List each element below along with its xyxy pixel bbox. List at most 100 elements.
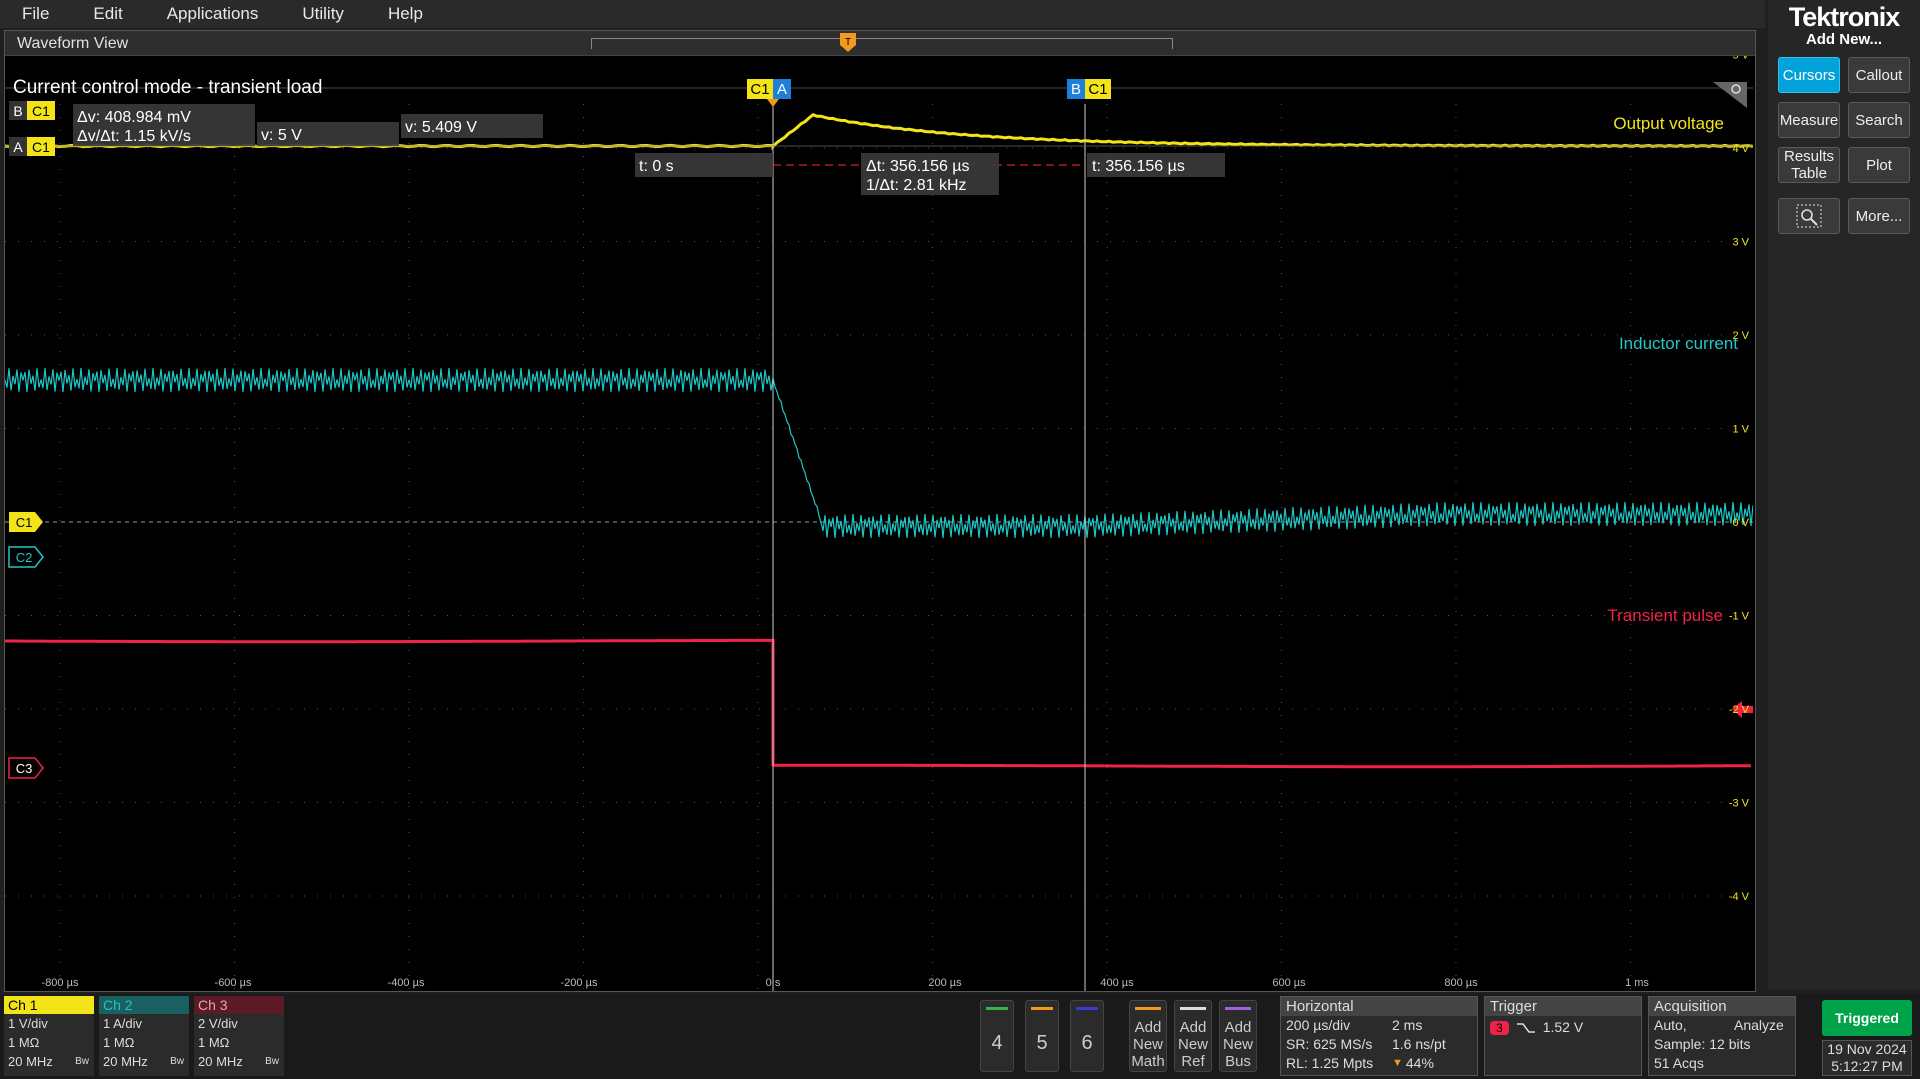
- horizontal-position: 44%: [1405, 1055, 1434, 1071]
- acquisition-title: Acquisition: [1649, 997, 1795, 1016]
- ch3-bandwidth: 20 MHz: [198, 1054, 243, 1069]
- delta-v-value: Δv: 408.984 mV: [77, 109, 191, 126]
- horizontal-sample-rate: SR: 625 MS/s: [1286, 1036, 1373, 1052]
- cursor-b-left-tag[interactable]: B C1: [9, 101, 55, 120]
- y-tick-label: 5 V: [1732, 56, 1749, 62]
- delta-v-readout: Δv: 408.984 mV Δv/Δt: 1.15 kV/s: [73, 104, 255, 146]
- ch3-series-label: Transient pulse: [1607, 606, 1723, 625]
- y-tick-label: -4 V: [1729, 891, 1750, 903]
- menu-file[interactable]: File: [0, 4, 71, 24]
- ch3-badge-name: Ch 3: [194, 996, 284, 1014]
- add-new-ref-button[interactable]: Add New Ref: [1174, 1000, 1212, 1072]
- y-tick-label: -2 V: [1729, 704, 1750, 716]
- ch3-bw-tag: Bw: [265, 1056, 279, 1067]
- svg-text:T: T: [845, 37, 851, 48]
- delta-t-readout: Δt: 356.156 µs 1/Δt: 2.81 kHz: [861, 153, 999, 195]
- add-new-bus-button[interactable]: Add New Bus: [1219, 1000, 1257, 1072]
- ch3-badge[interactable]: Ch 3 2 V/div 1 MΩ 20 MHz Bw: [194, 996, 284, 1076]
- rising-edge-icon: [1516, 1022, 1535, 1033]
- waveform-view-titlebar: Waveform View T: [5, 31, 1755, 56]
- cursor-a-source-label: C1: [750, 81, 769, 98]
- ch6-button[interactable]: 6: [1070, 1000, 1104, 1072]
- acquisition-analyze: Analyze: [1734, 1017, 1784, 1033]
- horizontal-resolution: 1.6 ns/pt: [1392, 1036, 1446, 1052]
- x-tick-label: -800 µs: [42, 977, 79, 989]
- waveform-view: Waveform View T C1 A B C1 Current contro…: [4, 30, 1756, 992]
- search-button[interactable]: Search: [1848, 102, 1910, 138]
- acquisition-count: 51 Acqs: [1654, 1055, 1704, 1071]
- cursors-button[interactable]: Cursors: [1778, 57, 1840, 93]
- delta-t-value: Δt: 356.156 µs: [866, 158, 970, 175]
- cursor-a-left-tag[interactable]: A C1: [9, 137, 55, 156]
- ch3-scale: 2 V/div: [198, 1016, 238, 1031]
- results-table-button[interactable]: Results Table: [1778, 147, 1840, 183]
- acquisition-sample: Sample: 12 bits: [1654, 1036, 1751, 1052]
- waveform-view-title: Waveform View: [17, 35, 129, 52]
- bottom-bar: Ch 1 1 V/div 1 MΩ 20 MHz Bw Ch 2 1 A/div …: [0, 994, 1920, 1079]
- v-a-readout: v: 5 V: [257, 122, 399, 146]
- ch2-series-label: Inductor current: [1619, 334, 1738, 353]
- inv-delta-t-value: 1/Δt: 2.81 kHz: [866, 177, 967, 194]
- y-tick-label: -3 V: [1729, 798, 1750, 810]
- ch3-marker-label: C3: [16, 761, 33, 776]
- ch2-badge-name: Ch 2: [99, 996, 189, 1014]
- menu-bar: File Edit Applications Utility Help: [0, 0, 1765, 28]
- ch1-badge[interactable]: Ch 1 1 V/div 1 MΩ 20 MHz Bw: [4, 996, 94, 1076]
- callout-button[interactable]: Callout: [1848, 57, 1910, 93]
- v-b-readout: v: 5.409 V: [401, 114, 543, 138]
- t-a-readout: t: 0 s: [635, 153, 773, 177]
- menu-applications[interactable]: Applications: [145, 4, 281, 24]
- ch2-scale: 1 A/div: [103, 1016, 143, 1031]
- ch4-label: 4: [991, 1032, 1003, 1054]
- cursor-a-left-source: C1: [32, 139, 50, 155]
- ch1-badge-name: Ch 1: [4, 996, 94, 1014]
- trigger-position-icon[interactable]: T: [840, 33, 856, 53]
- delta-v-per-t-value: Δv/Δt: 1.15 kV/s: [77, 128, 191, 145]
- ch2-impedance: 1 MΩ: [103, 1035, 135, 1050]
- horizontal-record-length: RL: 1.25 Mpts: [1286, 1055, 1374, 1071]
- ch3-offset-marker[interactable]: C3: [8, 757, 44, 779]
- add-new-bus-label: Add New Bus: [1222, 1019, 1253, 1070]
- trigger-title: Trigger: [1485, 997, 1641, 1016]
- zoom-button[interactable]: [1778, 198, 1840, 234]
- trigger-badge[interactable]: Trigger 3 1.52 V: [1484, 996, 1642, 1076]
- cursor-b-label: B: [1071, 81, 1081, 98]
- x-tick-label: 0 s: [766, 977, 781, 989]
- more-button[interactable]: More...: [1848, 198, 1910, 234]
- cursor-b-left-label: B: [13, 103, 22, 119]
- menu-edit[interactable]: Edit: [71, 4, 144, 24]
- zoom-icon: [1796, 204, 1822, 228]
- ch2-badge[interactable]: Ch 2 1 A/div 1 MΩ 20 MHz Bw: [99, 996, 189, 1076]
- menu-help[interactable]: Help: [366, 4, 445, 24]
- plot-title: Current control mode - transient load: [13, 77, 322, 98]
- ch2-bw-tag: Bw: [170, 1056, 184, 1067]
- y-tick-label: 0 V: [1732, 517, 1749, 529]
- plot-button[interactable]: Plot: [1848, 147, 1910, 183]
- x-tick-label: 600 µs: [1272, 977, 1306, 989]
- horizontal-badge[interactable]: Horizontal 200 µs/div 2 ms SR: 625 MS/s 1.…: [1280, 996, 1478, 1076]
- menu-utility[interactable]: Utility: [280, 4, 366, 24]
- t-a-value: t: 0 s: [639, 158, 674, 175]
- add-new-math-button[interactable]: Add New Math: [1129, 1000, 1167, 1072]
- record-position-bar[interactable]: [591, 38, 1173, 49]
- x-tick-label: 200 µs: [928, 977, 962, 989]
- measure-button[interactable]: Measure: [1778, 102, 1840, 138]
- x-tick-label: 800 µs: [1444, 977, 1478, 989]
- x-tick-label: -400 µs: [388, 977, 425, 989]
- ch2-bandwidth: 20 MHz: [103, 1054, 148, 1069]
- y-tick-label: -1 V: [1729, 611, 1750, 623]
- y-tick-label: 2 V: [1732, 330, 1749, 342]
- x-tick-label: 400 µs: [1100, 977, 1134, 989]
- t-b-readout: t: 356.156 µs: [1087, 153, 1225, 177]
- acquisition-badge[interactable]: Acquisition Auto, Analyze Sample: 12 bits…: [1648, 996, 1796, 1076]
- trigger-position-small-icon: ▼: [1392, 1057, 1403, 1069]
- waveform-plot[interactable]: C1 A B C1 Current control mode - transie…: [5, 56, 1753, 991]
- cursor-b-handle[interactable]: B C1: [1067, 79, 1111, 99]
- ch2-offset-marker[interactable]: C2: [8, 546, 44, 568]
- ch5-button[interactable]: 5: [1025, 1000, 1059, 1072]
- triggered-status: Triggered: [1822, 1000, 1912, 1036]
- ch2-marker-label: C2: [16, 550, 33, 565]
- cursor-b-source-label: C1: [1088, 81, 1107, 98]
- x-tick-label: -600 µs: [215, 977, 252, 989]
- ch4-button[interactable]: 4: [980, 1000, 1014, 1072]
